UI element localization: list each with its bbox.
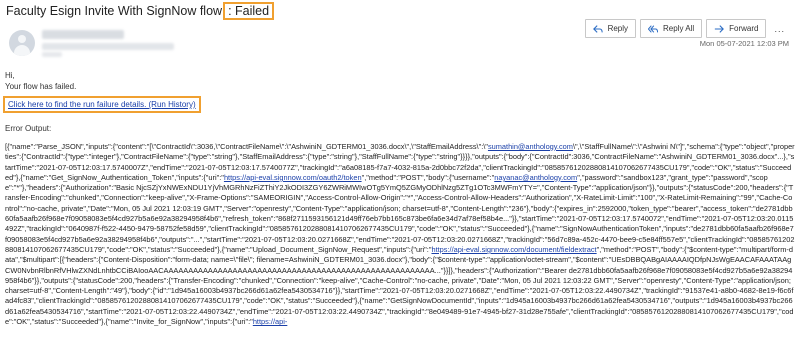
forward-label: Forward <box>729 24 759 33</box>
email-link[interactable]: nayanac@anthology.com <box>494 173 577 182</box>
email-link[interactable]: sumathin@anthology.com <box>488 142 573 151</box>
error-text: ","method":"POST","body":{"username":" <box>361 172 495 182</box>
sender-name-redacted <box>42 30 124 39</box>
failure-message: Your flow has failed. <box>5 82 77 91</box>
api-url-link[interactable]: https://api-eval.signnow.com/document/fi… <box>431 245 596 254</box>
reply-all-button[interactable]: Reply All <box>640 19 703 38</box>
reply-label: Reply <box>607 24 629 33</box>
error-text: [{"name":"Parse_JSON","inputs":{"content… <box>5 142 488 151</box>
subject-title: Faculty Esign Invite With SignNow flow <box>6 4 223 18</box>
message-datetime: Mon 05-07-2021 12:03 PM <box>699 39 789 48</box>
reply-all-icon <box>648 24 659 33</box>
cc-redacted <box>42 52 62 57</box>
forward-icon <box>714 24 725 33</box>
forward-button[interactable]: Forward <box>706 19 767 38</box>
email-subject: Faculty Esign Invite With SignNow flow: … <box>6 2 275 20</box>
error-output-body: [{"name":"Parse_JSON","inputs":{"content… <box>5 142 795 362</box>
api-url-link[interactable]: https://api-eval.signnow.com/oauth2/toke… <box>224 173 362 182</box>
error-text: ","password":"sandbox123","grant_type":"… <box>5 172 795 254</box>
status-badge: : Failed <box>223 2 275 20</box>
reply-icon <box>592 24 603 33</box>
greeting-text: Hi, <box>5 71 15 80</box>
more-actions-button[interactable]: ... <box>770 24 789 34</box>
run-history-link[interactable]: Click here to find the run failure detai… <box>3 96 201 113</box>
api-url-link[interactable]: https://api- <box>253 317 288 326</box>
error-text: ","method":"POST","body":{"$content-type… <box>5 244 794 327</box>
reply-all-label: Reply All <box>663 24 695 33</box>
error-output-label: Error Output: <box>5 124 52 133</box>
message-actions: Reply Reply All Forward ... <box>584 19 789 38</box>
recipients-redacted <box>42 43 174 50</box>
reply-button[interactable]: Reply <box>584 19 637 38</box>
avatar <box>9 30 35 56</box>
